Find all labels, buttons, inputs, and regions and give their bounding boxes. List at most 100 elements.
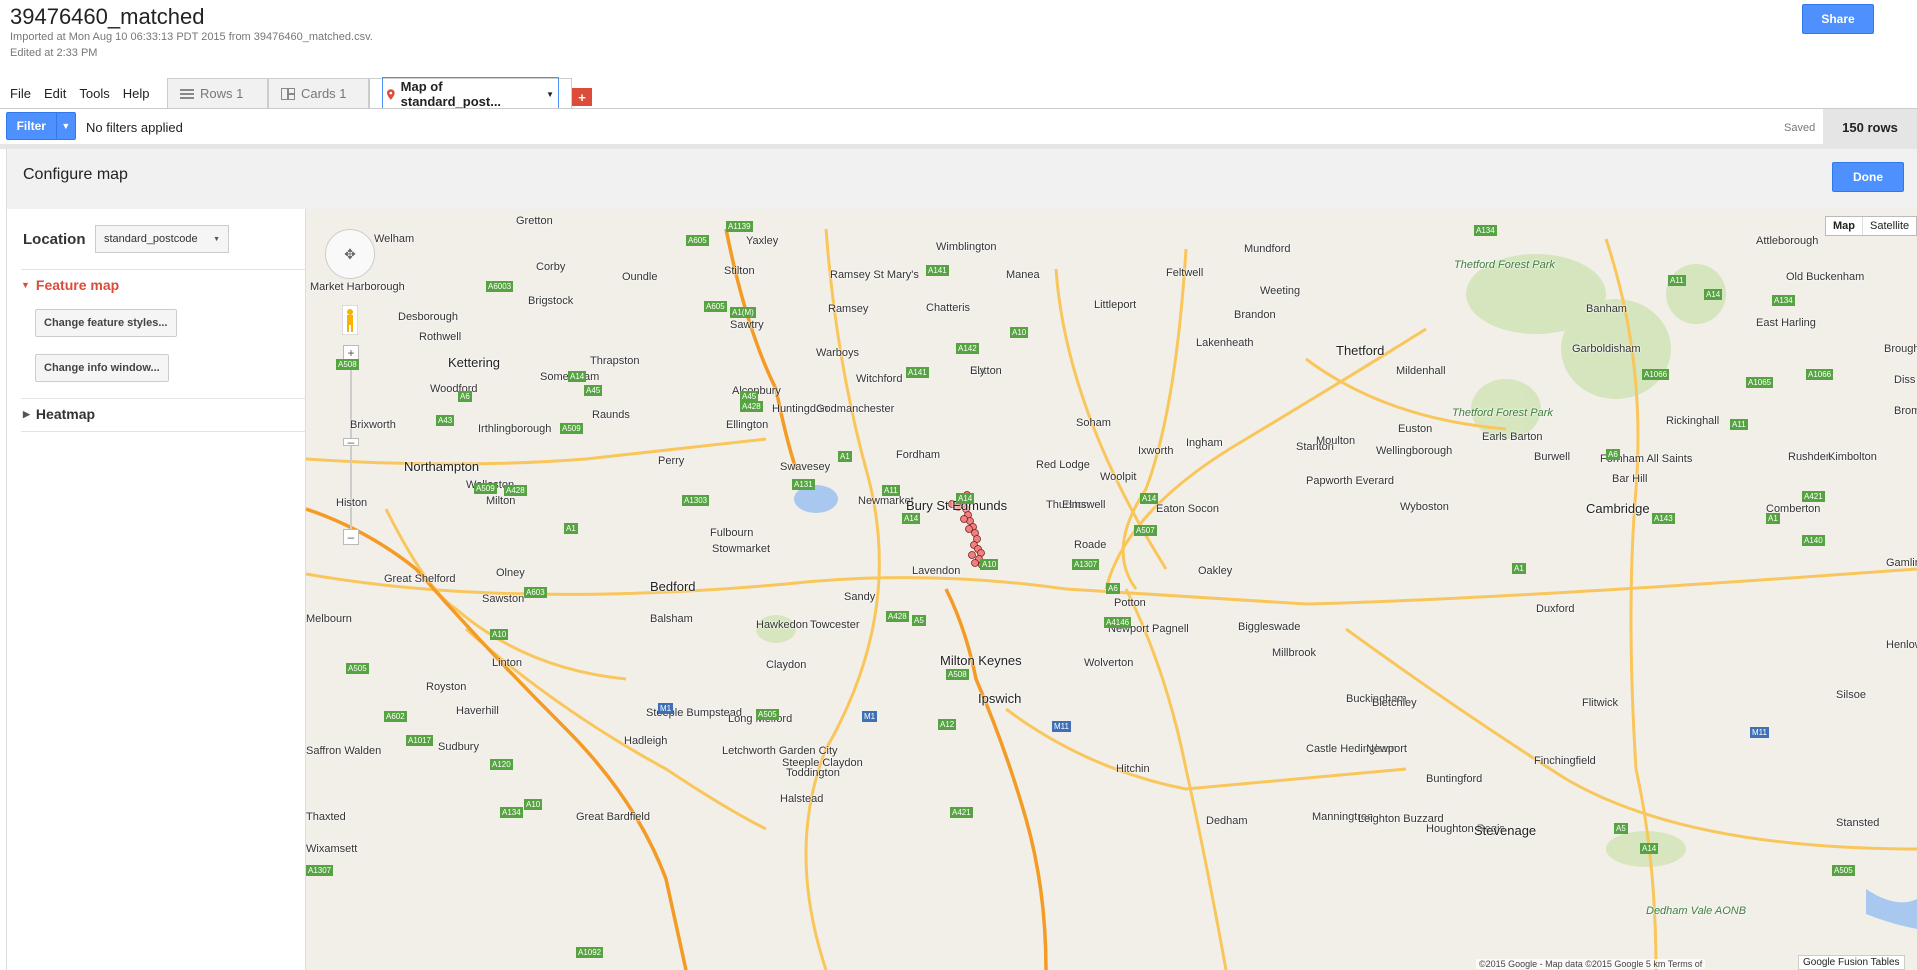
road-marker: A1092	[576, 947, 604, 958]
place-label: Ipswich	[978, 691, 1022, 706]
place-label: Welham	[374, 233, 415, 245]
road-marker: A131	[792, 479, 815, 490]
road-marker: A43	[436, 415, 455, 426]
road-marker: A602	[384, 711, 407, 722]
place-label: Duxford	[1536, 603, 1575, 615]
place-label: Gamlingay	[1886, 557, 1917, 569]
menu-edit[interactable]: Edit	[44, 86, 66, 101]
filter-label: Filter	[16, 119, 46, 133]
zoom-slider-handle[interactable]: –	[343, 435, 359, 449]
road-marker: A11	[1730, 419, 1748, 430]
table-title: 39476460_matched	[10, 4, 205, 29]
tab-map-selector[interactable]: Map of standard_post... ▼	[382, 77, 559, 111]
place-label: Melbourn	[306, 613, 352, 625]
feature-map-section[interactable]: ▼ Feature map	[21, 277, 119, 293]
road-marker: A1	[564, 523, 578, 534]
menu-file[interactable]: File	[10, 86, 31, 101]
place-label: Great Shelford	[384, 573, 456, 585]
place-label: Olney	[496, 567, 525, 579]
place-label: Silsoe	[1836, 689, 1866, 701]
road-marker: A10	[1010, 327, 1029, 338]
location-select[interactable]: standard_postcode ▼	[95, 225, 229, 253]
place-label: Flitwick	[1582, 697, 1619, 709]
place-label: Cambridge	[1586, 501, 1650, 516]
place-label: Witchford	[856, 373, 903, 385]
expand-arrow-icon: ▼	[21, 280, 30, 290]
road-marker: A428	[886, 611, 909, 622]
place-label: Bletchley	[1372, 697, 1417, 709]
zoom-out-button[interactable]: –	[343, 529, 359, 545]
menu-help[interactable]: Help	[123, 86, 150, 101]
tab-rows[interactable]: Rows 1	[167, 78, 268, 108]
add-tab-button[interactable]: +	[572, 88, 592, 106]
road-marker: A14	[1140, 493, 1159, 504]
road-marker: A6	[1606, 449, 1620, 460]
road-marker: A14	[1640, 843, 1659, 854]
road-marker: A5	[912, 615, 926, 626]
place-label: Brandon	[1234, 309, 1276, 321]
road-marker: A134	[1474, 225, 1497, 236]
place-label: Toddington	[786, 767, 840, 779]
place-label: Bedford	[650, 579, 696, 594]
change-feature-styles-button[interactable]: Change feature styles...	[35, 309, 177, 337]
map-type-map-button[interactable]: Map	[1826, 217, 1863, 235]
place-label: Garboldisham	[1572, 343, 1641, 355]
road-marker: A6003	[486, 281, 514, 292]
map-canvas[interactable]: Map Satellite ✥ + – – Welham Gretton Corby…	[306, 209, 1917, 970]
pan-control-icon[interactable]: ✥	[325, 229, 375, 279]
place-label: Sawston	[482, 593, 525, 605]
place-label: Weeting	[1260, 285, 1301, 297]
road-marker: A1066	[1642, 369, 1670, 380]
config-title: Configure map	[23, 166, 128, 183]
place-label: Godmanchester	[816, 403, 895, 415]
place-label: Newport	[1366, 743, 1407, 755]
place-label: Claydon	[766, 659, 807, 671]
place-label: Bar Hill	[1612, 473, 1648, 485]
road-marker: A10	[980, 559, 999, 570]
menu-tools[interactable]: Tools	[79, 86, 109, 101]
divider	[21, 398, 307, 399]
place-label: Thaxted	[306, 811, 346, 823]
pegman-icon[interactable]	[342, 305, 358, 335]
road-marker: A509	[560, 423, 583, 434]
place-label: Ixworth	[1138, 445, 1174, 457]
road-marker: A507	[1134, 525, 1157, 536]
place-label: Buntingford	[1426, 773, 1483, 785]
place-label: Soham	[1076, 417, 1111, 429]
road-marker: A140	[1802, 535, 1825, 546]
road-marker: M1	[862, 711, 878, 722]
road-marker: A1017	[406, 735, 434, 746]
map-type-satellite-button[interactable]: Satellite	[1863, 217, 1916, 235]
place-label: Ramsey	[828, 303, 869, 315]
place-label: Royston	[426, 681, 467, 693]
place-label: Mildenhall	[1396, 365, 1446, 377]
done-button[interactable]: Done	[1832, 162, 1904, 192]
place-label: Thrapston	[590, 355, 640, 367]
change-info-window-button[interactable]: Change info window...	[35, 354, 169, 382]
place-label: Feltwell	[1166, 267, 1204, 279]
place-label: Mundford	[1244, 243, 1291, 255]
map-copyright: ©2015 Google - Map data ©2015 Google 5 k…	[1476, 959, 1706, 969]
filter-button[interactable]: Filter ▼	[6, 112, 76, 140]
road-marker: A505	[346, 663, 369, 674]
place-label: Attleborough	[1756, 235, 1819, 247]
tab-map[interactable]: Map of standard_post... ▼	[369, 77, 572, 111]
place-label: Millbrook	[1272, 647, 1317, 659]
place-label: Northampton	[404, 459, 480, 474]
heatmap-section[interactable]: ▶ Heatmap	[23, 406, 95, 422]
map-pin-icon	[387, 88, 395, 100]
place-label: Rushden	[1788, 451, 1833, 463]
place-label: Perry	[658, 455, 685, 467]
place-label: Rothwell	[419, 331, 462, 343]
share-button[interactable]: Share	[1802, 4, 1874, 34]
park-label: Thetford Forest Park	[1452, 407, 1553, 419]
place-label: Sandy	[844, 591, 876, 603]
map-type-control: Map Satellite	[1825, 216, 1917, 236]
tab-cards[interactable]: Cards 1	[268, 78, 369, 108]
place-label: Brome	[1894, 405, 1917, 417]
place-label: Ellington	[726, 419, 769, 431]
road-marker: M1	[658, 703, 674, 714]
place-label: Potton	[1114, 597, 1146, 609]
place-label: Oakley	[1198, 565, 1233, 577]
place-label: Biggleswade	[1238, 621, 1301, 633]
